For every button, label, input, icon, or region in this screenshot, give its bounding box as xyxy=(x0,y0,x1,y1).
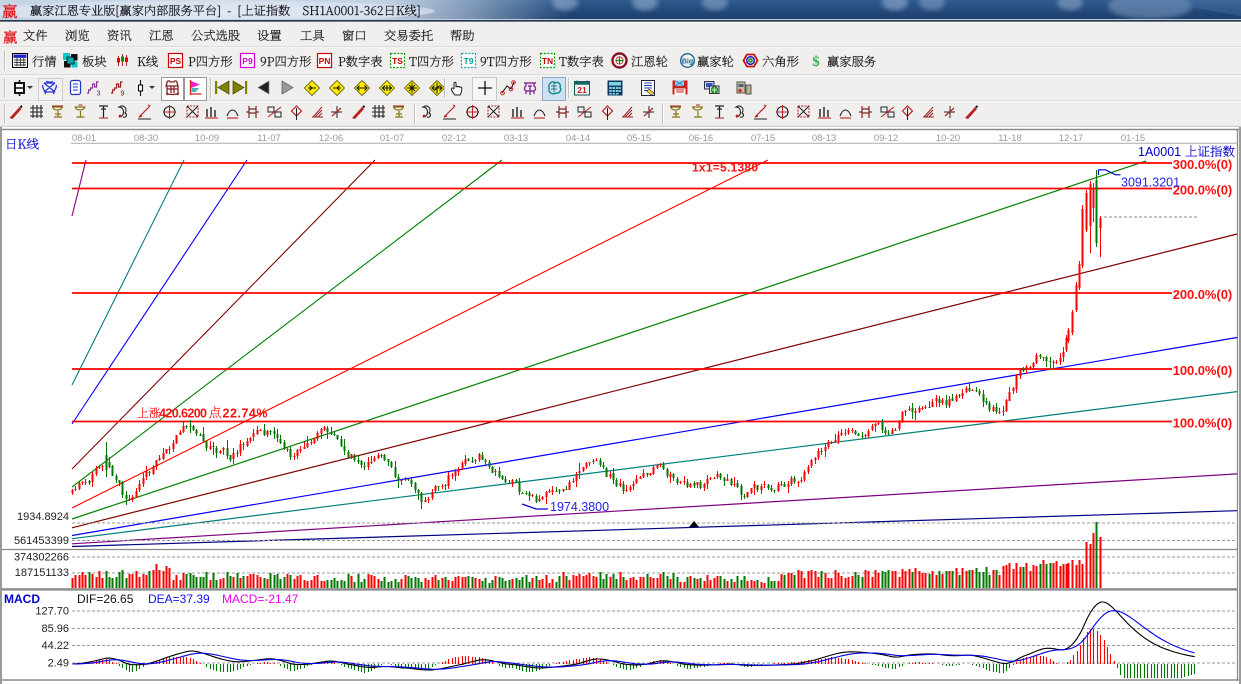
svg-text:420.6200: 420.6200 xyxy=(159,406,207,420)
svg-text:10-09: 10-09 xyxy=(195,133,219,144)
svg-text:300.0%(0): 300.0%(0) xyxy=(1173,157,1233,172)
svg-text:DIF=26.65: DIF=26.65 xyxy=(77,592,134,606)
svg-text:12-17: 12-17 xyxy=(1059,133,1083,144)
svg-text:DEA=37.39: DEA=37.39 xyxy=(148,592,210,606)
svg-text:100.0%(0): 100.0%(0) xyxy=(1173,415,1233,430)
svg-text:200.0%(0): 200.0%(0) xyxy=(1173,182,1233,197)
svg-text:22.74%: 22.74% xyxy=(223,406,268,420)
svg-text:127.70: 127.70 xyxy=(35,606,69,618)
svg-text:02-12: 02-12 xyxy=(442,133,466,144)
svg-text:1A0001: 1A0001 xyxy=(1138,145,1181,159)
svg-text:$: $ xyxy=(812,54,820,70)
svg-text:1974.3800: 1974.3800 xyxy=(550,500,609,514)
svg-text:12-06: 12-06 xyxy=(319,133,343,144)
svg-text:MACD=-21.47: MACD=-21.47 xyxy=(222,592,299,606)
svg-text:08-13: 08-13 xyxy=(812,133,836,144)
svg-text:11-07: 11-07 xyxy=(257,133,281,144)
svg-text:187151133: 187151133 xyxy=(15,567,69,579)
svg-text:200.0%(0): 200.0%(0) xyxy=(1173,287,1233,302)
svg-text:08-30: 08-30 xyxy=(134,133,158,144)
svg-text:10-20: 10-20 xyxy=(936,133,960,144)
svg-text:2.49: 2.49 xyxy=(48,658,69,670)
svg-text:21: 21 xyxy=(577,85,587,95)
svg-text:08-01: 08-01 xyxy=(72,133,96,144)
svg-text:PS: PS xyxy=(170,56,182,66)
svg-text:09-12: 09-12 xyxy=(874,133,898,144)
svg-text:TS: TS xyxy=(392,56,403,66)
svg-text:05-15: 05-15 xyxy=(627,133,651,144)
svg-text:Big: Big xyxy=(682,58,693,65)
svg-text:85.96: 85.96 xyxy=(41,623,69,635)
svg-text:06-16: 06-16 xyxy=(689,133,713,144)
svg-text:1x1=5.1380: 1x1=5.1380 xyxy=(692,161,758,175)
svg-text:1934.8924: 1934.8924 xyxy=(17,511,69,523)
svg-text:44.22: 44.22 xyxy=(41,640,69,652)
svg-text:01-15: 01-15 xyxy=(1121,133,1145,144)
svg-text:PN: PN xyxy=(319,56,331,66)
svg-text:01-07: 01-07 xyxy=(380,133,404,144)
svg-text:9: 9 xyxy=(121,91,125,98)
svg-text:100.0%(0): 100.0%(0) xyxy=(1173,363,1233,378)
svg-text:3091.3201: 3091.3201 xyxy=(1121,176,1180,190)
svg-text:04-14: 04-14 xyxy=(566,133,590,144)
svg-text:561453399: 561453399 xyxy=(14,535,69,547)
svg-text:03-13: 03-13 xyxy=(504,133,528,144)
svg-text:07-15: 07-15 xyxy=(751,133,775,144)
svg-text:3: 3 xyxy=(97,91,101,98)
svg-text:374302266: 374302266 xyxy=(14,551,69,563)
svg-text:T9: T9 xyxy=(464,56,474,66)
svg-text:TN: TN xyxy=(542,56,553,66)
svg-text:P9: P9 xyxy=(242,56,253,66)
svg-text:11-18: 11-18 xyxy=(998,133,1022,144)
svg-text:MACD: MACD xyxy=(4,592,40,606)
